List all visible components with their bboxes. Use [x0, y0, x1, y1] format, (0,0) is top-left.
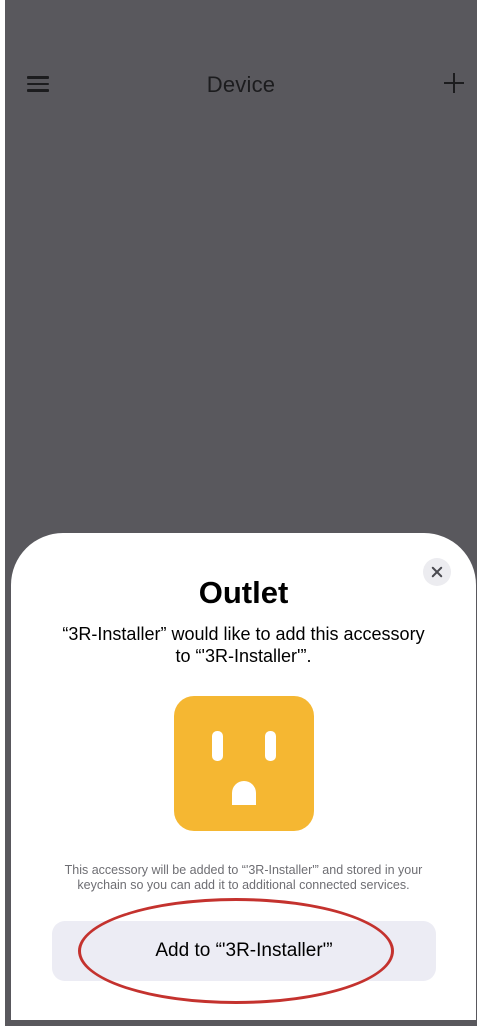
keychain-info-text: This accessory will be added to “'3R-Ins…: [64, 863, 423, 892]
add-accessory-sheet: Outlet “3R-Installer” would like to add …: [11, 533, 476, 1026]
plus-icon[interactable]: [443, 72, 465, 94]
navigation-bar: Device: [5, 58, 477, 112]
page-title: Device: [206, 72, 276, 97]
screen: Device Outlet “3R-Installer” would like …: [0, 0, 477, 1026]
outlet-slot-left: [212, 731, 223, 761]
bottom-edge: [5, 1020, 477, 1026]
outlet-ground: [232, 781, 256, 805]
add-to-home-button[interactable]: Add to “'3R-Installer'”: [52, 921, 436, 981]
outlet-slot-right: [265, 731, 276, 761]
outlet-icon: [174, 696, 314, 831]
sheet-title: Outlet: [198, 575, 289, 610]
sheet-message: “3R-Installer” would like to add this ac…: [62, 624, 425, 666]
